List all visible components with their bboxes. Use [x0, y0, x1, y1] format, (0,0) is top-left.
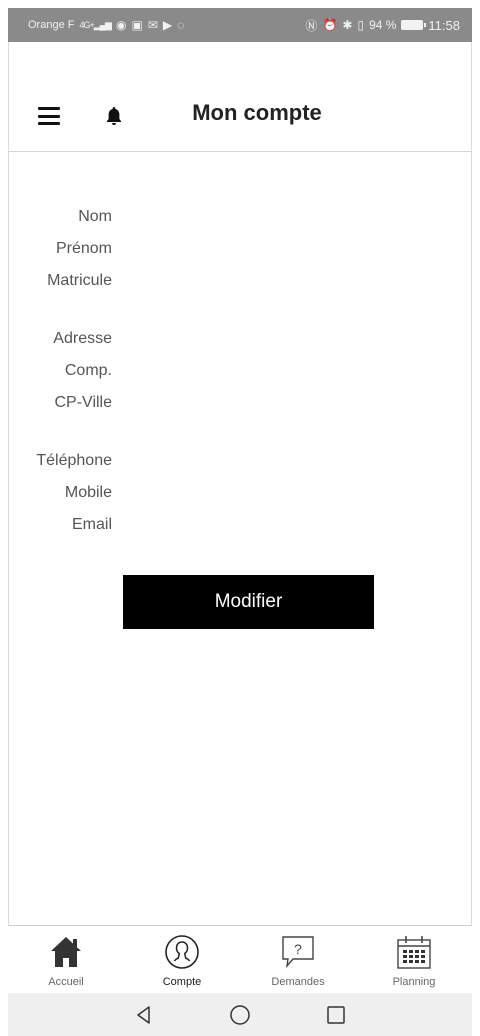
vibrate-icon: ▯	[357, 18, 365, 32]
status-bar: Orange F 4G+▂▄▆ ◉ ▣ ✉ ▶ ◌ Ⓝ ⏰ ✱ ▯ 94 % 1…	[8, 8, 472, 42]
nav-label-demandes: Demandes	[271, 976, 325, 988]
whatsapp-icon: ◌	[177, 18, 185, 32]
label-nom: Nom	[78, 208, 112, 225]
home-icon	[51, 937, 81, 967]
label-cp-ville: CP-Ville	[54, 394, 113, 411]
carrier-name: Orange F	[28, 19, 75, 31]
label-mobile: Mobile	[64, 484, 112, 501]
nfc-icon: Ⓝ	[305, 18, 318, 33]
bottom-nav: Accueil Compte ? Demandes Planning	[8, 925, 472, 993]
label-adresse: Adresse	[53, 330, 112, 347]
nav-label-compte: Compte	[162, 976, 202, 988]
label-prenom: Prénom	[55, 240, 112, 257]
battery-percent: 94 %	[369, 18, 397, 32]
modify-button[interactable]: Modifier	[123, 575, 374, 629]
account-info-list: Nom Prénom Matricule Adresse Comp. CP-Vi…	[8, 205, 112, 545]
cast-icon: ▣	[131, 18, 143, 32]
page-title: Mon compte	[192, 100, 322, 125]
label-comp: Comp.	[64, 362, 112, 379]
alarm-icon: ⏰	[322, 18, 338, 32]
question-bubble-icon: ?	[282, 936, 314, 969]
battery-icon	[401, 20, 427, 30]
clock: 11:58	[428, 17, 460, 33]
youtube-icon: ▶	[162, 18, 173, 32]
nav-item-compte[interactable]: Compte	[124, 926, 240, 993]
signal-icon: 4G+▂▄▆	[79, 19, 111, 30]
bluetooth-icon: ✱	[342, 18, 353, 32]
app-header: Mon compte	[8, 42, 472, 152]
user-circle-icon	[165, 935, 199, 969]
label-email: Email	[71, 516, 112, 533]
nav-label-accueil: Accueil	[48, 976, 84, 988]
network-type: 4G+	[79, 19, 94, 30]
recents-icon[interactable]	[324, 1003, 348, 1027]
back-icon[interactable]	[132, 1003, 156, 1027]
svg-text:?: ?	[294, 941, 302, 957]
label-matricule: Matricule	[47, 272, 112, 289]
eye-icon: ◉	[115, 18, 127, 32]
nav-label-planning: Planning	[392, 976, 436, 988]
system-navigation-bar	[8, 993, 472, 1036]
mail-icon: ✉	[147, 18, 158, 32]
label-telephone: Téléphone	[36, 452, 112, 469]
calendar-icon	[397, 936, 431, 969]
nav-item-planning[interactable]: Planning	[356, 926, 472, 993]
home-circle-icon[interactable]	[228, 1003, 252, 1027]
nav-item-demandes[interactable]: ? Demandes	[240, 926, 356, 993]
nav-item-accueil[interactable]: Accueil	[8, 926, 124, 993]
